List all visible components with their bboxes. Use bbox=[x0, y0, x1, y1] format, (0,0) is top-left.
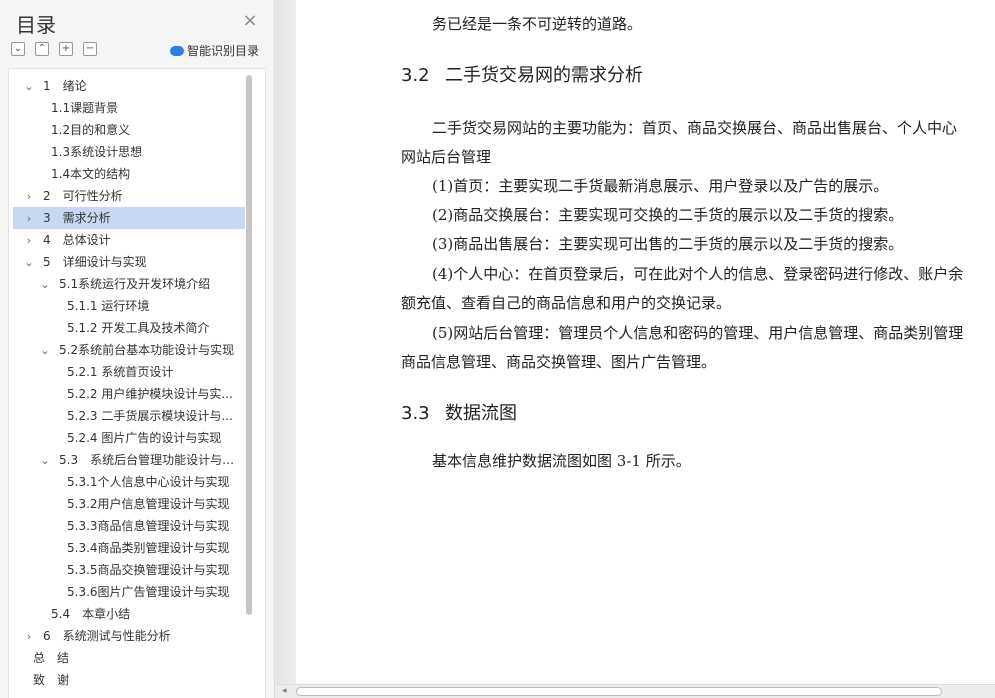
toc-item-label: 总 结 bbox=[33, 651, 70, 665]
smart-toc-button[interactable]: 智能识别目录 bbox=[170, 42, 259, 59]
toc-item-label: 5.3.4商品类别管理设计与实现 bbox=[67, 541, 230, 555]
toc-item-label: 1.3系统设计思想 bbox=[51, 145, 143, 159]
toc-item[interactable]: 5.1.2 开发工具及技术简介 bbox=[13, 317, 245, 339]
toc-sidebar: 目录 × ⌄ ⌃ + − 智能识别目录 ⌄ 1 绪论 1.1课题背景 1.2目的和意义… bbox=[0, 0, 275, 698]
paragraph-line: 额充值、查看自己的商品信息和用户的交换记录。 bbox=[401, 294, 732, 312]
toc-item[interactable]: › 2 可行性分析 bbox=[13, 185, 245, 207]
paragraph-line: 务已经是一条不可逆转的道路。 bbox=[432, 15, 643, 33]
heading-text: 二手货交易网的需求分析 bbox=[445, 65, 643, 86]
cloud-icon bbox=[170, 46, 184, 56]
paragraph-line: (3)商品出售展台：主要实现可出售的二手货的展示以及二手货的搜索。 bbox=[432, 235, 904, 253]
heading-text: 数据流图 bbox=[445, 403, 517, 424]
horizontal-scrollbar[interactable]: ◂ bbox=[276, 684, 995, 698]
toc-item[interactable]: 总 结 bbox=[13, 647, 245, 669]
smart-toc-label: 智能识别目录 bbox=[187, 44, 260, 58]
toc-item-label: 5.2系统前台基本功能设计与实现 bbox=[59, 343, 235, 357]
chevron-right-icon[interactable]: › bbox=[23, 230, 35, 251]
scroll-left-icon[interactable]: ◂ bbox=[282, 685, 287, 698]
toc-item[interactable]: 5.3.2用户信息管理设计与实现 bbox=[13, 493, 245, 515]
toc-item[interactable]: 1.1课题背景 bbox=[13, 97, 245, 119]
toc-item[interactable]: ⌄ 5.2系统前台基本功能设计与实现 bbox=[13, 339, 245, 361]
paragraph-line: 基本信息维护数据流图如图 3-1 所示。 bbox=[432, 452, 691, 470]
toc-item-label: 5.1系统运行及开发环境介绍 bbox=[59, 277, 211, 291]
toc-item-label: 1.4本文的结构 bbox=[51, 167, 131, 181]
paragraph-line: 二手货交易网站的主要功能为：首页、商品交换展台、商品出售展台、个人中心 bbox=[432, 119, 958, 137]
toc-item-label: 3 需求分析 bbox=[43, 211, 111, 225]
close-sidebar-button[interactable]: × bbox=[240, 11, 260, 31]
chevron-down-icon[interactable]: ⌄ bbox=[39, 340, 51, 361]
paragraph-line: (4)个人中心：在首页登录后，可在此对个人的信息、登录密码进行修改、账户余 bbox=[432, 265, 964, 283]
paragraph-line: (1)首页：主要实现二手货最新消息展示、用户登录以及广告的展示。 bbox=[432, 177, 889, 195]
section-heading-3-2: 3.2 二手货交易网的需求分析 bbox=[401, 61, 643, 87]
toc-item[interactable]: ⌄ 1 绪论 bbox=[13, 75, 245, 97]
toc-item-label: 5.1.2 开发工具及技术简介 bbox=[67, 321, 210, 335]
toc-item[interactable]: 5.2.3 二手货展示模块设计与... bbox=[13, 405, 245, 427]
toc-item-label: 5.3.1个人信息中心设计与实现 bbox=[67, 475, 230, 489]
paragraph-line: 网站后台管理 bbox=[401, 148, 492, 166]
toc-item-label: 5.3.5商品交换管理设计与实现 bbox=[67, 563, 230, 577]
toc-list: ⌄ 1 绪论 1.1课题背景 1.2目的和意义 1.3系统设计思想 1.4本文的结构 › 2 … bbox=[8, 68, 266, 698]
paragraph-line: (2)商品交换展台：主要实现可交换的二手货的展示以及二手货的搜索。 bbox=[432, 206, 904, 224]
toc-item-label: 1.2目的和意义 bbox=[51, 123, 131, 137]
toc-item-label: 5.2.1 系统首页设计 bbox=[67, 365, 174, 379]
section-heading-3-3: 3.3 数据流图 bbox=[401, 399, 517, 425]
toc-item-label: 5.1.1 运行环境 bbox=[67, 299, 150, 313]
toc-item-label: 5.3.2用户信息管理设计与实现 bbox=[67, 497, 230, 511]
chevron-down-icon[interactable]: ⌄ bbox=[23, 252, 35, 273]
toc-item[interactable]: › 4 总体设计 bbox=[13, 229, 245, 251]
toc-item-label: 1 绪论 bbox=[43, 79, 87, 93]
chevron-down-icon[interactable]: ⌄ bbox=[39, 450, 51, 471]
toc-item-label: 5.3 系统后台管理功能设计与实... bbox=[59, 453, 245, 467]
toc-item[interactable]: 5.3.1个人信息中心设计与实现 bbox=[13, 471, 245, 493]
toc-item[interactable]: 5.4 本章小结 bbox=[13, 603, 245, 625]
document-page: 务已经是一条不可逆转的道路。 3.2 二手货交易网的需求分析 二手货交易网站的主要… bbox=[296, 0, 995, 684]
add-heading-button[interactable]: + bbox=[59, 42, 73, 56]
toc-item[interactable]: ⌄ 5.1系统运行及开发环境介绍 bbox=[13, 273, 245, 295]
toc-item-label: 5 详细设计与实现 bbox=[43, 255, 147, 269]
toc-item-label: 4 总体设计 bbox=[43, 233, 111, 247]
toc-item[interactable]: 5.3.4商品类别管理设计与实现 bbox=[13, 537, 245, 559]
toc-item[interactable]: ⌄ 5 详细设计与实现 bbox=[13, 251, 245, 273]
toc-item-label: 5.2.2 用户维护模块设计与实... bbox=[67, 387, 233, 401]
toc-item[interactable]: 致 谢 bbox=[13, 669, 245, 691]
paragraph-line: (5)网站后台管理：管理员个人信息和密码的管理、用户信息管理、商品类别管理 bbox=[432, 324, 964, 342]
page-gutter bbox=[276, 0, 296, 684]
toc-item-label: 5.3.3商品信息管理设计与实现 bbox=[67, 519, 230, 533]
toc-item[interactable]: 5.2.4 图片广告的设计与实现 bbox=[13, 427, 245, 449]
toc-item[interactable]: 5.2.1 系统首页设计 bbox=[13, 361, 245, 383]
toc-item[interactable]: 1.3系统设计思想 bbox=[13, 141, 245, 163]
paragraph-line: 商品信息管理、商品交换管理、图片广告管理。 bbox=[401, 353, 717, 371]
toc-item[interactable]: 1.2目的和意义 bbox=[13, 119, 245, 141]
toc-item[interactable]: 1.4本文的结构 bbox=[13, 163, 245, 185]
heading-number: 3.2 bbox=[401, 65, 430, 86]
toc-item-label: 5.2.4 图片广告的设计与实现 bbox=[67, 431, 222, 445]
toc-item[interactable]: ⌄ 5.3 系统后台管理功能设计与实... bbox=[13, 449, 245, 471]
chevron-right-icon[interactable]: › bbox=[23, 208, 35, 229]
chevron-right-icon[interactable]: › bbox=[23, 626, 35, 647]
remove-heading-button[interactable]: − bbox=[83, 42, 97, 56]
toc-item[interactable]: 5.3.6图片广告管理设计与实现 bbox=[13, 581, 245, 603]
collapse-all-button[interactable]: ⌄ bbox=[11, 42, 25, 56]
scrollbar-thumb[interactable] bbox=[296, 687, 942, 696]
expand-up-button[interactable]: ⌃ bbox=[35, 42, 49, 56]
toc-item-label: 6 系统测试与性能分析 bbox=[43, 629, 171, 643]
toc-item[interactable]: 5.2.2 用户维护模块设计与实... bbox=[13, 383, 245, 405]
toc-item-label: 5.4 本章小结 bbox=[51, 607, 131, 621]
toc-item-label: 1.1课题背景 bbox=[51, 101, 119, 115]
chevron-right-icon[interactable]: › bbox=[23, 186, 35, 207]
chevron-down-icon[interactable]: ⌄ bbox=[23, 76, 35, 97]
toc-item[interactable]: 5.1.1 运行环境 bbox=[13, 295, 245, 317]
toc-item-label: 致 谢 bbox=[33, 673, 70, 687]
toc-item[interactable]: › 3 需求分析 bbox=[13, 207, 245, 229]
toc-title: 目录 bbox=[16, 13, 56, 37]
toc-item-label: 5.3.6图片广告管理设计与实现 bbox=[67, 585, 230, 599]
chevron-down-icon[interactable]: ⌄ bbox=[39, 274, 51, 295]
toc-item[interactable]: › 6 系统测试与性能分析 bbox=[13, 625, 245, 647]
toc-item[interactable]: 5.3.3商品信息管理设计与实现 bbox=[13, 515, 245, 537]
toc-item-label: 5.2.3 二手货展示模块设计与... bbox=[67, 409, 233, 423]
toc-scrollbar-thumb[interactable] bbox=[246, 75, 252, 615]
heading-number: 3.3 bbox=[401, 403, 430, 424]
toc-item-label: 2 可行性分析 bbox=[43, 189, 123, 203]
toc-item[interactable]: 5.3.5商品交换管理设计与实现 bbox=[13, 559, 245, 581]
